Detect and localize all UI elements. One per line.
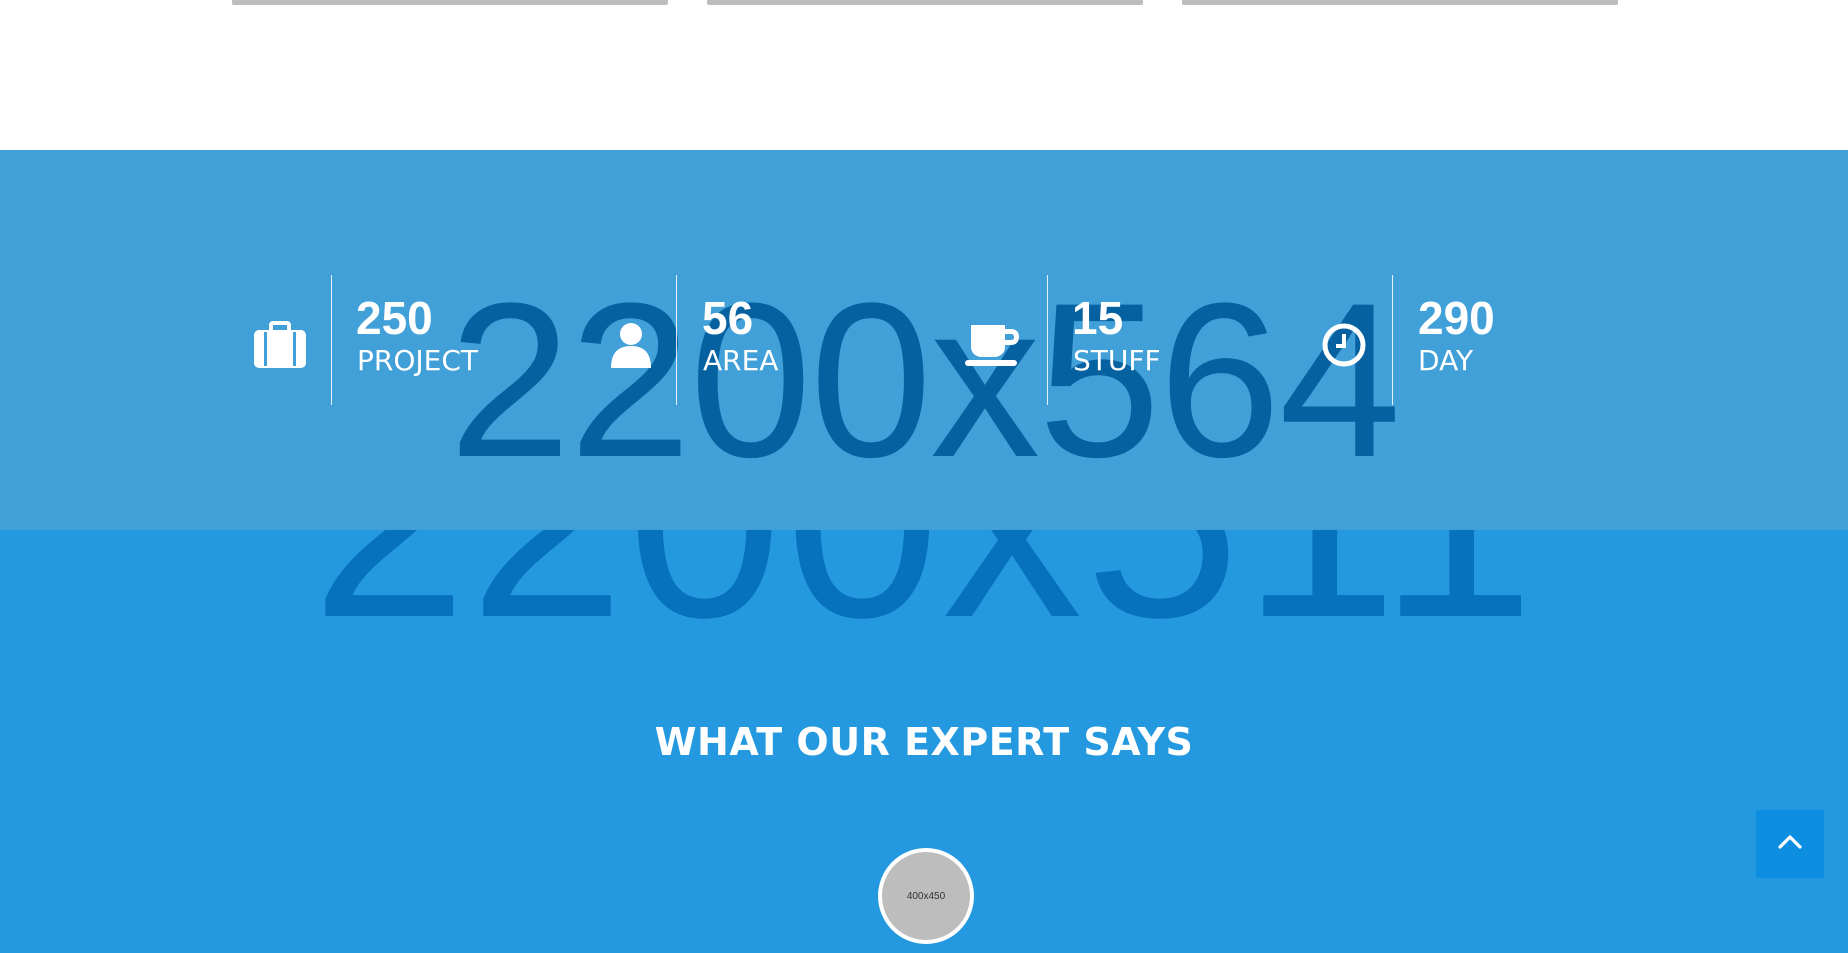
stat-number: 290 bbox=[1418, 292, 1495, 344]
briefcase-icon bbox=[250, 315, 310, 375]
user-icon bbox=[601, 315, 661, 375]
card-bottom-edge bbox=[707, 0, 1143, 5]
avatar-placeholder-label: 400x450 bbox=[906, 890, 946, 902]
stat-divider bbox=[1392, 275, 1393, 405]
section-title: WHAT OUR EXPERT SAYS bbox=[654, 720, 1194, 764]
testimonial-section: 2200x511 WHAT OUR EXPERT SAYS 400x450 bbox=[0, 530, 1848, 953]
stat-area: 56 AREA bbox=[600, 275, 900, 405]
coffee-icon bbox=[963, 315, 1023, 375]
stat-stuff: 15 STUFF bbox=[963, 275, 1263, 405]
chevron-up-icon bbox=[1777, 834, 1803, 855]
stat-number: 15 bbox=[1072, 292, 1124, 344]
stat-divider bbox=[331, 275, 332, 405]
stats-section: 2200x564 250 PROJECT 56 AREA 15 STUFF 29… bbox=[0, 150, 1848, 530]
stat-label: STUFF bbox=[1073, 344, 1161, 377]
testimonial-background-placeholder: 2200x511 bbox=[0, 530, 1848, 660]
stat-label: AREA bbox=[703, 344, 779, 377]
stat-label: PROJECT bbox=[357, 344, 478, 377]
stat-label: DAY bbox=[1418, 344, 1474, 377]
stat-project: 250 PROJECT bbox=[250, 275, 570, 405]
card-bottom-edge bbox=[232, 0, 668, 5]
stat-divider bbox=[1047, 275, 1048, 405]
back-to-top-button[interactable] bbox=[1756, 810, 1824, 878]
stat-divider bbox=[676, 275, 677, 405]
stat-number: 56 bbox=[702, 292, 754, 344]
stat-number: 250 bbox=[356, 292, 433, 344]
clock-icon bbox=[1314, 315, 1374, 375]
stat-day: 290 DAY bbox=[1314, 275, 1574, 405]
avatar: 400x450 bbox=[878, 848, 974, 944]
top-cards-row bbox=[0, 0, 1848, 150]
card-bottom-edge bbox=[1182, 0, 1618, 5]
